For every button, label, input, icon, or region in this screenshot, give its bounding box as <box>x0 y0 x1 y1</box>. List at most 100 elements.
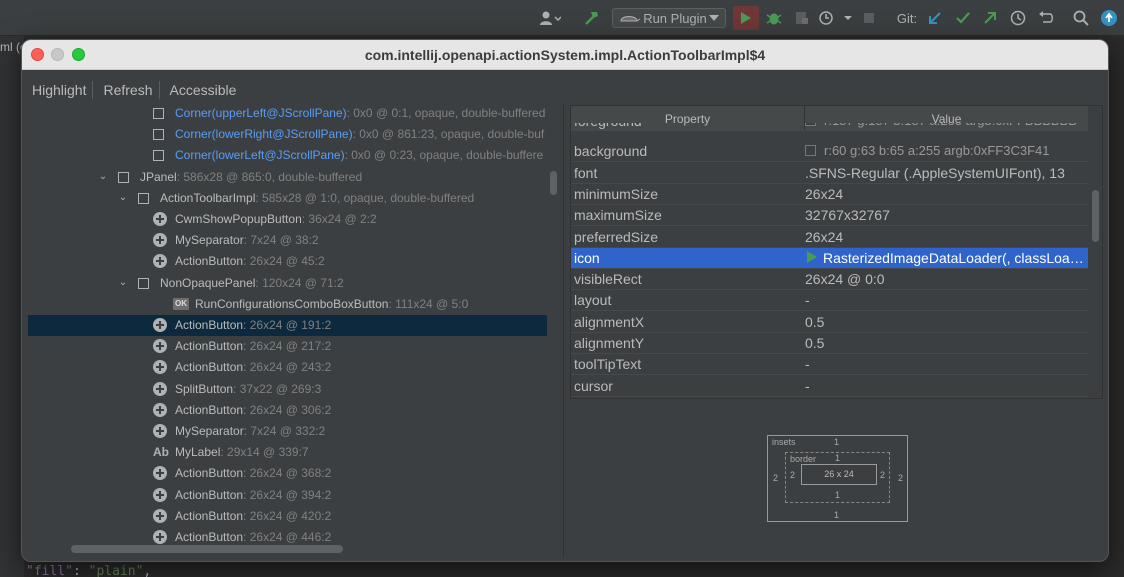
property-row[interactable]: maximumSize 32767x32767 <box>571 205 1088 227</box>
tree-horizontal-scrollbar[interactable] <box>71 545 343 553</box>
tree-node[interactable]: ActionButton: 26x24 @ 394:2 <box>28 485 547 506</box>
action-button-icon <box>153 466 167 481</box>
tree-node[interactable]: ActionButton: 26x24 @ 306:2 <box>28 400 547 421</box>
property-value-text: 26x24 @ 0:0 <box>805 271 885 288</box>
property-row[interactable]: font .SFNS-Regular (.AppleSystemUIFont), … <box>571 163 1088 184</box>
tree-node-label: NonOpaquePanel: 120x24 @ 71:2 <box>160 276 344 290</box>
property-row[interactable]: preferredSize 26x24 <box>571 227 1088 248</box>
tree-node[interactable]: MySeparator: 7x24 @ 38:2 <box>28 230 547 251</box>
tree-node[interactable]: ActionButton: 26x24 @ 191:2 <box>28 315 547 336</box>
tree-expand-chevron-icon[interactable]: ⌄ <box>118 192 128 203</box>
tree-node-label: ActionButton: 26x24 @ 446:2 <box>175 530 331 544</box>
update-available-icon[interactable] <box>1099 8 1119 28</box>
plugin-icon <box>620 16 641 22</box>
property-row[interactable]: cursor - <box>571 376 1088 397</box>
property-row[interactable]: foreground r:187 g:187 b:187 a:255 argb:0… <box>571 123 1088 131</box>
splitter[interactable] <box>563 104 564 558</box>
panel-checkbox-icon <box>153 108 164 119</box>
tree-node[interactable]: ActionButton: 26x24 @ 420:2 <box>28 506 547 527</box>
component-bounds: : 111x24 @ 5:0 <box>388 296 469 311</box>
tree-node[interactable]: CwmShowPopupButton: 36x24 @ 2:2 <box>28 209 547 230</box>
component-name: RunConfigurationsComboBoxButton <box>195 296 389 311</box>
menu-highlight[interactable]: Highlight <box>22 80 92 100</box>
tree-node-label: Corner(upperLeft@JScrollPane): 0x0 @ 0:1… <box>175 106 545 120</box>
action-button-icon <box>153 381 167 396</box>
component-tree[interactable]: Corner(upperLeft@JScrollPane): 0x0 @ 0:1… <box>28 104 562 558</box>
action-button-icon <box>153 339 167 354</box>
tree-node[interactable]: OK RunConfigurationsComboBoxButton: 111x2… <box>28 294 547 315</box>
dialog-titlebar[interactable]: com.intellij.openapi.actionSystem.impl.A… <box>22 40 1108 70</box>
menu-accessible[interactable]: Accessible <box>160 80 243 100</box>
tree-node[interactable]: ActionButton: 26x24 @ 368:2 <box>28 463 547 484</box>
component-bounds: : 26x24 @ 368:2 <box>243 466 332 481</box>
tree-expand-chevron-icon[interactable]: ⌄ <box>98 171 108 182</box>
tree-node-label: ActionButton: 26x24 @ 420:2 <box>175 509 331 523</box>
property-name: font <box>574 164 598 181</box>
component-bounds: : 26x24 @ 191:2 <box>243 318 332 332</box>
insets-left-value: 2 <box>773 473 779 483</box>
tree-node[interactable]: MySeparator: 7x24 @ 332:2 <box>28 421 547 442</box>
tree-node[interactable]: ⌄ NonOpaquePanel: 120x24 @ 71:2 <box>28 273 547 294</box>
property-row[interactable]: icon RasterizedImageDataLoader(, classLoa… <box>571 247 1088 269</box>
search-icon[interactable] <box>1071 8 1091 28</box>
property-row[interactable]: layout - <box>571 290 1088 312</box>
property-value: 26x24 @ 0:0 <box>805 271 1087 287</box>
history-clock-icon[interactable] <box>1008 8 1028 28</box>
component-bounds: : 29x14 @ 339:7 <box>220 445 309 460</box>
build-hammer-icon[interactable] <box>582 8 602 28</box>
tree-node-label: ActionButton: 26x24 @ 368:2 <box>175 466 331 480</box>
code-comma: , <box>143 564 152 577</box>
property-row[interactable]: visibleRect 26x24 @ 0:0 <box>571 269 1088 291</box>
property-table-scrollbar[interactable] <box>1092 190 1099 242</box>
tree-node-label: ActionButton: 26x24 @ 306:2 <box>175 403 331 417</box>
property-row[interactable]: alignmentY 0.5 <box>571 333 1088 354</box>
coverage-icon[interactable] <box>792 8 812 28</box>
property-value-text: - <box>805 356 810 373</box>
property-value-text: 0.5 <box>805 335 825 351</box>
tree-node[interactable]: Corner(lowerRight@JScrollPane): 0x0 @ 86… <box>28 124 547 145</box>
menu-refresh[interactable]: Refresh <box>93 80 158 100</box>
tree-node[interactable]: Ab MyLabel: 29x14 @ 339:7 <box>28 442 547 463</box>
component-name: ActionButton <box>175 360 244 375</box>
git-push-arrow-icon[interactable] <box>980 8 1000 28</box>
tree-node[interactable]: Corner(upperLeft@JScrollPane): 0x0 @ 0:1… <box>28 104 547 124</box>
run-configuration-combo[interactable]: Run Plugin <box>612 8 726 28</box>
inspector-menu: Highlight Refresh Accessible <box>22 76 242 104</box>
property-row[interactable]: alignmentX 0.5 <box>571 312 1088 333</box>
component-size-box: 26 x 24 <box>801 464 877 485</box>
property-row[interactable]: toolTipText - <box>571 354 1088 376</box>
tree-node[interactable]: ⌄ ActionToolbarImpl: 585x28 @ 1:0, opaque… <box>28 188 547 209</box>
play-icon <box>807 250 817 263</box>
property-row[interactable]: minimumSize 26x24 <box>571 184 1088 205</box>
git-update-arrow-icon[interactable] <box>925 8 945 28</box>
panel-checkbox-icon <box>138 277 149 289</box>
tree-node[interactable]: ActionButton: 26x24 @ 45:2 <box>28 251 547 272</box>
tree-node[interactable]: ⌄ JPanel: 586x28 @ 865:0, double-buffered <box>28 167 547 188</box>
action-button-icon <box>153 508 167 523</box>
chevron-down-icon <box>708 15 719 21</box>
property-value-text: .SFNS-Regular (.AppleSystemUIFont), 13 <box>805 164 1065 181</box>
stop-icon[interactable] <box>860 8 878 28</box>
property-row[interactable]: background r:60 g:63 b:65 a:255 argb:0xFF… <box>571 141 1088 163</box>
run-icon[interactable] <box>733 6 759 30</box>
panel-checkbox-icon <box>153 150 164 162</box>
rollback-icon[interactable] <box>1036 8 1056 28</box>
component-name: MyLabel <box>175 445 221 460</box>
tree-node-label: ActionButton: 26x24 @ 45:2 <box>175 254 325 268</box>
git-commit-check-icon[interactable] <box>953 8 973 28</box>
action-button-icon <box>153 487 167 502</box>
property-value-text: - <box>805 377 810 394</box>
tree-node[interactable]: Corner(lowerLeft@JScrollPane): 0x0 @ 0:2… <box>28 145 547 166</box>
component-name: ActionButton <box>175 466 244 481</box>
border-box: border 1 1 2 2 26 x 24 <box>785 452 890 503</box>
debug-bug-icon[interactable] <box>764 8 784 28</box>
tree-node[interactable]: SplitButton: 37x22 @ 269:3 <box>28 379 547 400</box>
action-button-icon <box>153 530 167 544</box>
tree-expand-chevron-icon[interactable]: ⌄ <box>118 277 128 288</box>
user-icon[interactable] <box>536 8 564 28</box>
tree-node[interactable]: ActionButton: 26x24 @ 217:2 <box>28 336 547 357</box>
border-label: border <box>790 454 817 464</box>
tree-node[interactable]: ActionButton: 26x24 @ 243:2 <box>28 357 547 378</box>
profiler-icon[interactable] <box>816 8 854 28</box>
tree-vertical-scrollbar[interactable] <box>550 171 557 195</box>
